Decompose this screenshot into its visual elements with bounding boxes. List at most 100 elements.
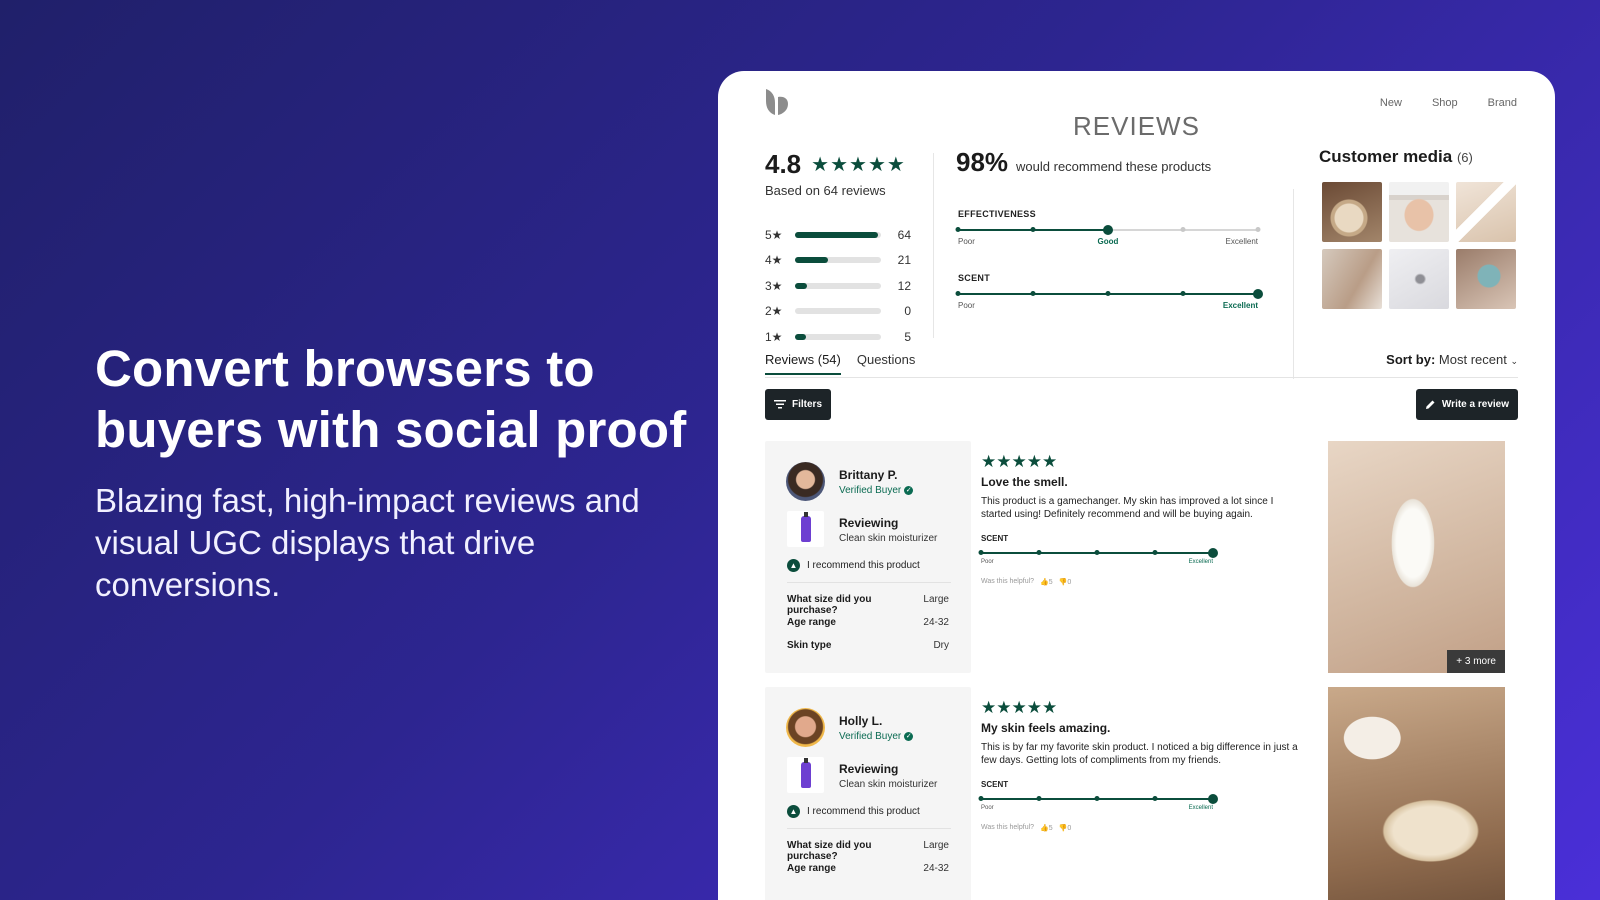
- distribution-row[interactable]: 2★ 0: [765, 299, 911, 325]
- helpful-up-button[interactable]: 👍5: [1040, 824, 1053, 832]
- attribute-low-label: Poor: [958, 237, 975, 246]
- attribute-high-label: Excellent: [1188, 559, 1213, 565]
- helpful-down-button[interactable]: 👎0: [1059, 578, 1072, 586]
- review-attribute: SCENT Poor Excellent: [978, 780, 1218, 813]
- attribute-dot: [1180, 291, 1186, 296]
- rating-distribution: 5★ 64 4★ 21 3★ 12 2★ 0 1★ 5: [765, 222, 911, 350]
- attribute-selected-label: Good: [1097, 237, 1119, 246]
- qa-answer: Dry: [933, 640, 949, 651]
- review-body: ★★★★★ My skin feels amazing. This is by …: [978, 698, 1301, 832]
- attribute-effectiveness: EFFECTIVENESS Poor Good Excellent: [955, 209, 1261, 247]
- helpful-row: Was this helpful? 👍5 👎0: [981, 578, 1301, 586]
- distribution-bar-fill: [795, 257, 828, 264]
- filter-icon: [774, 400, 786, 409]
- distribution-label: 5★: [765, 227, 783, 242]
- review-photo[interactable]: [1328, 687, 1505, 900]
- customer-media-grid: [1322, 182, 1516, 309]
- distribution-bar: [795, 257, 881, 264]
- media-thumbnail-hand[interactable]: [1322, 249, 1382, 309]
- attribute-selected-dot: [1208, 547, 1218, 558]
- page-title: REVIEWS: [1073, 111, 1200, 141]
- recommend-line: ▲ I recommend this product: [787, 805, 920, 818]
- qa-question: Skin type: [787, 640, 832, 651]
- divider: [933, 153, 934, 338]
- distribution-bar: [795, 282, 881, 289]
- pencil-icon: [1425, 400, 1435, 409]
- verified-badge: Verified Buyer ✓: [839, 485, 914, 496]
- media-thumbnail-container[interactable]: [1456, 249, 1516, 309]
- filters-button[interactable]: Filters: [765, 389, 832, 420]
- chevron-down-icon: ⌄: [1510, 356, 1518, 366]
- distribution-bar-fill: [795, 231, 878, 238]
- review-title: My skin feels amazing.: [981, 721, 1111, 735]
- qa-row: What size did you purchase? Large: [787, 594, 949, 616]
- distribution-label: 1★: [765, 329, 783, 344]
- review-photo[interactable]: + 3 more: [1328, 441, 1505, 673]
- nav-item-brand[interactable]: Brand: [1488, 97, 1517, 109]
- check-icon: ✓: [904, 732, 914, 741]
- qa-question: What size did you purchase?: [787, 594, 872, 616]
- distribution-row[interactable]: 4★ 21: [765, 248, 911, 274]
- distribution-bar: [795, 333, 881, 340]
- attribute-scale: [978, 547, 1218, 559]
- media-thumbnail-cream[interactable]: [1389, 249, 1449, 309]
- attribute-dot: [955, 291, 961, 296]
- recommend-summary: 98% would recommend these products: [956, 147, 1211, 178]
- sort-dropdown[interactable]: Sort by: Most recent ⌄: [1386, 352, 1518, 367]
- attribute-selected-dot: [1208, 793, 1218, 804]
- filters-label: Filters: [792, 399, 823, 410]
- distribution-bar-fill: [795, 282, 808, 289]
- avatar: [786, 708, 825, 747]
- distribution-count: 12: [897, 278, 911, 293]
- media-thumbnail-swatch[interactable]: [1456, 182, 1516, 242]
- review-attribute: SCENT Poor Excellent: [978, 534, 1218, 567]
- attribute-dot: [978, 550, 984, 555]
- hero-subtitle: Blazing fast, high-impact reviews and vi…: [95, 482, 640, 603]
- nav-item-new[interactable]: New: [1380, 97, 1402, 109]
- reviewer-info: Brittany P. Verified Buyer ✓ Reviewing C…: [765, 441, 971, 673]
- qa-row: Skin type Dry: [787, 640, 949, 651]
- reviewer-name: Holly L.: [839, 714, 883, 728]
- helpful-down-button[interactable]: 👎0: [1059, 824, 1072, 832]
- attribute-scale: [955, 287, 1263, 301]
- reviewing-label: Reviewing: [839, 516, 899, 530]
- customer-media-label: Customer media: [1319, 147, 1453, 166]
- reviewer-info: Holly L. Verified Buyer ✓ Reviewing Clea…: [765, 687, 971, 900]
- tab-questions[interactable]: Questions: [857, 352, 916, 375]
- media-thumbnail-face[interactable]: [1389, 182, 1449, 242]
- product-name[interactable]: Clean skin moisturizer: [839, 533, 937, 544]
- distribution-row[interactable]: 1★ 5: [765, 324, 911, 350]
- media-thumbnail-jar[interactable]: [1322, 182, 1382, 242]
- helpful-up-count: 5: [1048, 825, 1053, 832]
- tab-divider: [765, 377, 1518, 378]
- review-stars-icon: ★★★★★: [981, 698, 1058, 717]
- write-review-button[interactable]: Write a review: [1415, 389, 1518, 420]
- nav-item-shop[interactable]: Shop: [1432, 97, 1458, 109]
- thumbs-up-icon: 👍: [1040, 579, 1049, 586]
- attribute-labels: Poor Excellent: [981, 805, 1213, 813]
- attribute-dot: [1030, 291, 1036, 296]
- more-photos-badge[interactable]: + 3 more: [1447, 650, 1505, 673]
- attribute-labels: Poor Good Excellent: [958, 237, 1258, 247]
- attribute-low-label: Poor: [981, 805, 994, 811]
- bottle-icon: [801, 512, 811, 542]
- distribution-row[interactable]: 3★ 12: [765, 273, 911, 299]
- rating-value: 4.8: [765, 149, 802, 179]
- attribute-dot: [978, 796, 984, 801]
- tab-reviews[interactable]: Reviews (54): [765, 352, 841, 375]
- recommend-statement: I recommend this product: [807, 560, 920, 571]
- review-card: Holly L. Verified Buyer ✓ Reviewing Clea…: [765, 687, 1518, 900]
- qa-answer: 24-32: [923, 617, 949, 628]
- attribute-high-label: Excellent: [1225, 237, 1258, 246]
- helpful-row: Was this helpful? 👍5 👎0: [981, 824, 1301, 832]
- distribution-bar: [795, 231, 881, 238]
- product-name[interactable]: Clean skin moisturizer: [839, 779, 937, 790]
- distribution-row[interactable]: 5★ 64: [765, 222, 911, 248]
- attribute-dot: [1152, 550, 1158, 555]
- attribute-labels: Poor Excellent: [981, 559, 1213, 567]
- helpful-up-button[interactable]: 👍5: [1040, 578, 1053, 586]
- review-stars-icon: ★★★★★: [981, 452, 1058, 471]
- reviewing-label: Reviewing: [839, 762, 899, 776]
- review-title: Love the smell.: [981, 475, 1068, 489]
- rating-stars-icon: ★★★★★: [811, 154, 906, 176]
